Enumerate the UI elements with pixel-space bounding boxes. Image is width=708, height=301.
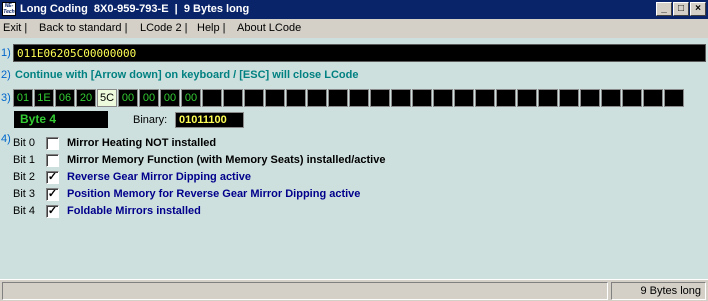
bit-name: Bit 1 [13,154,36,166]
maximize-icon[interactable]: □ [673,2,689,16]
bit-row-0: Bit 0 Mirror Heating NOT installed [13,135,216,151]
menu-bar: Exit | Back to standard | LCode 2 | Help… [0,19,708,38]
bit-description: Mirror Heating NOT installed [67,137,217,149]
bit-name: Bit 0 [13,137,36,149]
bit-checkbox-2[interactable]: ✓ [46,170,59,184]
menu-back-to-standard[interactable]: Back to standard | [39,22,127,34]
binary-label: Binary: [133,114,168,126]
bit-checkbox-0[interactable] [46,136,59,150]
step-2-number: 2) [1,69,11,81]
byte-cell-17[interactable] [370,89,390,107]
close-icon[interactable]: × [690,2,706,16]
step-3-number: 3) [1,92,11,104]
binary-value-field: 01011100 [175,112,244,128]
byte-cell-10[interactable] [223,89,243,107]
byte-cell-31[interactable] [664,89,684,107]
byte-cell-20[interactable] [433,89,453,107]
byte-cell-7[interactable]: 00 [160,89,180,107]
byte-cell-21[interactable] [454,89,474,107]
bit-description: Position Memory for Reverse Gear Mirror … [67,188,361,200]
byte-cell-26[interactable] [559,89,579,107]
byte-cell-2[interactable]: 06 [55,89,75,107]
byte-cell-1[interactable]: 1E [34,89,54,107]
bit-checkbox-4[interactable]: ✓ [46,204,59,218]
byte-cell-9[interactable] [202,89,222,107]
byte-cell-30[interactable] [643,89,663,107]
bit-description: Foldable Mirrors installed [67,205,201,217]
byte-cell-0[interactable]: 01 [13,89,33,107]
window-title: Long Coding 8X0-959-793-E | 9 Bytes long [20,3,250,15]
bit-name: Bit 3 [13,188,36,200]
coding-string-field[interactable]: 011E06205C00000000 [13,44,706,62]
byte-cell-16[interactable] [349,89,369,107]
bit-row-3: Bit 3 ✓ Position Memory for Reverse Gear M… [13,186,360,202]
byte-cell-3[interactable]: 20 [76,89,96,107]
bit-checkbox-1[interactable] [46,153,59,167]
byte-cell-13[interactable] [286,89,306,107]
bit-name: Bit 4 [13,205,36,217]
status-bar: 9 Bytes long [0,279,708,301]
byte-cell-22[interactable] [475,89,495,107]
byte-cell-15[interactable] [328,89,348,107]
bit-name: Bit 2 [13,171,36,183]
byte-cells-row: 01 1E 06 20 5C 00 00 00 00 [13,89,685,107]
byte-cell-18[interactable] [391,89,411,107]
menu-lcode2[interactable]: LCode 2 | [140,22,188,34]
step-4-number: 4) [1,133,11,145]
byte-cell-23[interactable] [496,89,516,107]
byte-cell-19[interactable] [412,89,432,107]
bit-row-4: Bit 4 ✓ Foldable Mirrors installed [13,203,201,219]
menu-about[interactable]: About LCode [237,22,301,34]
bit-checkbox-3[interactable]: ✓ [46,187,59,201]
byte-cell-11[interactable] [244,89,264,107]
menu-exit[interactable]: Exit | [3,22,27,34]
status-panel-left [2,282,608,300]
byte-cell-8[interactable]: 00 [181,89,201,107]
menu-help[interactable]: Help | [197,22,226,34]
byte-cell-4[interactable]: 5C [97,89,117,107]
selected-byte-label: Byte 4 [14,111,108,128]
minimize-icon[interactable]: _ [656,2,672,16]
byte-cell-24[interactable] [517,89,537,107]
status-panel-bytes: 9 Bytes long [611,282,706,300]
byte-cell-5[interactable]: 00 [118,89,138,107]
byte-cell-12[interactable] [265,89,285,107]
byte-cell-27[interactable] [580,89,600,107]
bit-description: Reverse Gear Mirror Dipping active [67,171,252,183]
step-1-number: 1) [1,47,11,59]
bit-row-2: Bit 2 ✓ Reverse Gear Mirror Dipping active [13,169,251,185]
app-icon: NE-Tech [2,2,16,16]
byte-cell-25[interactable] [538,89,558,107]
byte-cell-6[interactable]: 00 [139,89,159,107]
bit-row-1: Bit 1 Mirror Memory Function (with Memory… [13,152,385,168]
byte-cell-29[interactable] [622,89,642,107]
byte-cell-14[interactable] [307,89,327,107]
bit-description: Mirror Memory Function (with Memory Seat… [67,154,386,166]
hint-text: Continue with [Arrow down] on keyboard /… [15,69,359,81]
title-bar: NE-Tech Long Coding 8X0-959-793-E | 9 By… [0,0,708,19]
byte-cell-28[interactable] [601,89,621,107]
